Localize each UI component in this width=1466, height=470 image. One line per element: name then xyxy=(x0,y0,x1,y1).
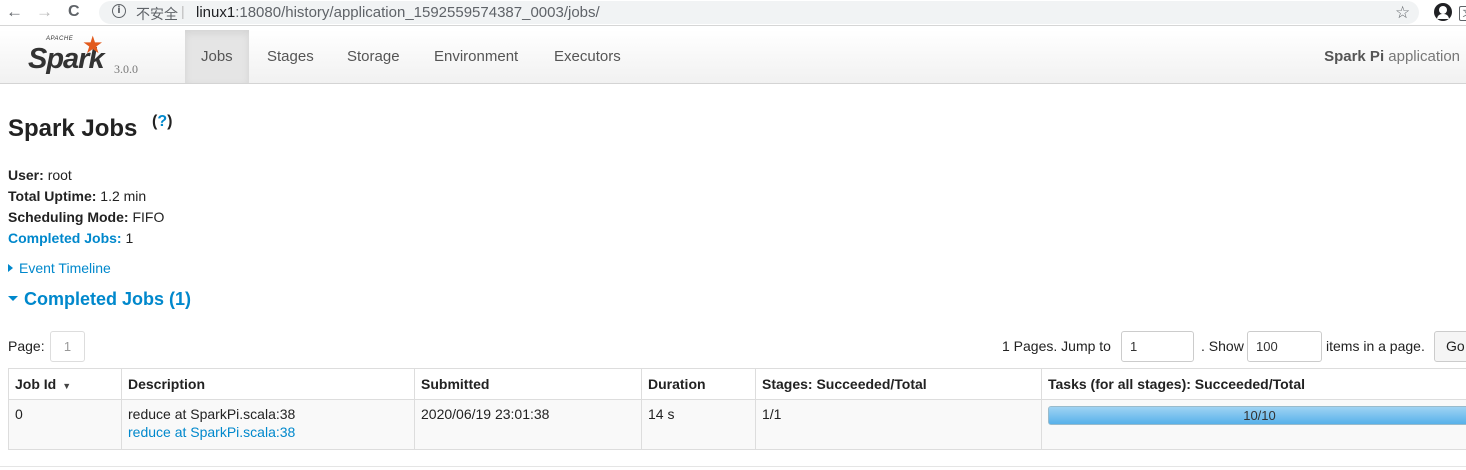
help-link[interactable]: ? xyxy=(157,113,167,130)
spark-version: 3.0.0 xyxy=(114,62,138,76)
forward-icon[interactable]: → xyxy=(36,1,53,23)
event-timeline-toggle[interactable]: Event Timeline xyxy=(8,260,111,276)
bookmark-star-icon[interactable]: ☆ xyxy=(1395,2,1410,24)
jump-to-page-input[interactable]: 1 xyxy=(1121,331,1194,362)
info-icon[interactable]: i xyxy=(112,4,126,18)
url-path: :18080/history/application_1592559574387… xyxy=(235,4,600,21)
scheduling-mode-label: Scheduling Mode: xyxy=(8,209,129,225)
cell-job-id: 0 xyxy=(8,399,122,450)
header-tasks[interactable]: Tasks (for all stages): Succeeded/Total xyxy=(1041,368,1466,400)
completed-jobs-value: 1 xyxy=(125,230,134,246)
show-label: . Show xyxy=(1201,338,1244,354)
page-number-button[interactable]: 1 xyxy=(50,331,85,362)
spark-logo[interactable]: APACHE Spark ★ 3.0.0 xyxy=(28,34,148,80)
header-job-id-label: Job Id xyxy=(15,376,57,392)
table-row: 0 reduce at SparkPi.scala:38 reduce at S… xyxy=(8,399,1466,450)
table-header-row: Job Id ▼ Description Submitted Duration S… xyxy=(8,368,1466,400)
divider xyxy=(0,466,1466,467)
user-label: User: xyxy=(8,167,44,183)
spark-navbar: APACHE Spark ★ 3.0.0 Jobs Stages Storage… xyxy=(0,30,1466,84)
application-name: Spark Pi application xyxy=(1324,30,1460,84)
tab-executors[interactable]: Executors xyxy=(538,30,637,83)
cell-tasks: 10/10 xyxy=(1041,399,1466,450)
page-label: Page: xyxy=(8,338,45,354)
tasks-progress-text: 10/10 xyxy=(1243,408,1276,423)
job-description-link[interactable]: reduce at SparkPi.scala:38 xyxy=(128,424,408,440)
app-name-rest: application xyxy=(1388,48,1460,65)
uptime-label: Total Uptime: xyxy=(8,188,97,204)
expand-arrow-icon xyxy=(8,264,13,272)
insecure-label: 不安全 xyxy=(136,7,178,23)
back-icon[interactable]: ← xyxy=(6,1,23,23)
page-title: Spark Jobs xyxy=(8,115,138,142)
event-timeline-label: Event Timeline xyxy=(19,260,111,276)
tab-stages[interactable]: Stages xyxy=(251,30,330,83)
cell-stages: 1/1 xyxy=(755,399,1042,450)
summary-completed-jobs[interactable]: Completed Jobs: 1 xyxy=(8,228,164,249)
header-job-id[interactable]: Job Id ▼ xyxy=(8,368,122,400)
header-duration[interactable]: Duration xyxy=(641,368,756,400)
cell-duration: 14 s xyxy=(641,399,756,450)
header-submitted[interactable]: Submitted xyxy=(414,368,642,400)
cell-submitted: 2020/06/19 23:01:38 xyxy=(414,399,642,450)
job-summary: User: root Total Uptime: 1.2 min Schedul… xyxy=(8,165,164,249)
url-text[interactable]: linux1:18080/history/application_1592559… xyxy=(196,4,600,21)
summary-uptime: Total Uptime: 1.2 min xyxy=(8,186,164,207)
translate-icon[interactable]: 文 xyxy=(1459,6,1466,21)
uptime-value: 1.2 min xyxy=(100,188,147,204)
completed-jobs-table: Job Id ▼ Description Submitted Duration S… xyxy=(8,368,1466,450)
go-button[interactable]: Go xyxy=(1434,331,1466,362)
tab-jobs[interactable]: Jobs xyxy=(185,30,249,83)
help-close-paren: ) xyxy=(167,113,173,130)
scheduling-mode-value: FIFO xyxy=(132,209,165,225)
help-tooltip[interactable]: (?) xyxy=(152,113,172,131)
pages-jump-label: 1 Pages. Jump to xyxy=(1002,338,1111,354)
collapse-arrow-icon xyxy=(8,296,18,301)
summary-scheduling-mode: Scheduling Mode: FIFO xyxy=(8,207,164,228)
summary-user: User: root xyxy=(8,165,164,186)
account-icon[interactable] xyxy=(1434,3,1452,21)
sort-desc-icon: ▼ xyxy=(62,381,72,391)
header-description[interactable]: Description xyxy=(121,368,415,400)
browser-toolbar: ← → C i 不安全 | linux1:18080/history/appli… xyxy=(0,0,1466,26)
reload-icon[interactable]: C xyxy=(68,1,80,23)
app-name-bold: Spark Pi xyxy=(1324,48,1385,65)
logo-apache-text: APACHE xyxy=(46,36,74,42)
description-text: reduce at SparkPi.scala:38 xyxy=(128,406,296,422)
completed-jobs-link[interactable]: Completed Jobs: xyxy=(8,230,122,246)
cell-description: reduce at SparkPi.scala:38 reduce at Spa… xyxy=(121,399,415,450)
tasks-progress-bar: 10/10 xyxy=(1048,406,1466,425)
items-in-page-label: items in a page. xyxy=(1326,338,1425,354)
address-bar[interactable]: i 不安全 | linux1:18080/history/application… xyxy=(99,1,1466,24)
url-host: linux1 xyxy=(196,4,236,21)
page-size-input[interactable]: 100 xyxy=(1247,331,1322,362)
user-value: root xyxy=(47,167,72,183)
tab-environment[interactable]: Environment xyxy=(418,30,534,83)
spark-star-icon: ★ xyxy=(82,32,104,59)
tab-storage[interactable]: Storage xyxy=(331,30,416,83)
header-stages[interactable]: Stages: Succeeded/Total xyxy=(755,368,1042,400)
completed-jobs-heading[interactable]: Completed Jobs (1) xyxy=(8,289,191,310)
completed-jobs-title: Completed Jobs (1) xyxy=(24,289,192,309)
url-separator: | xyxy=(181,3,185,19)
